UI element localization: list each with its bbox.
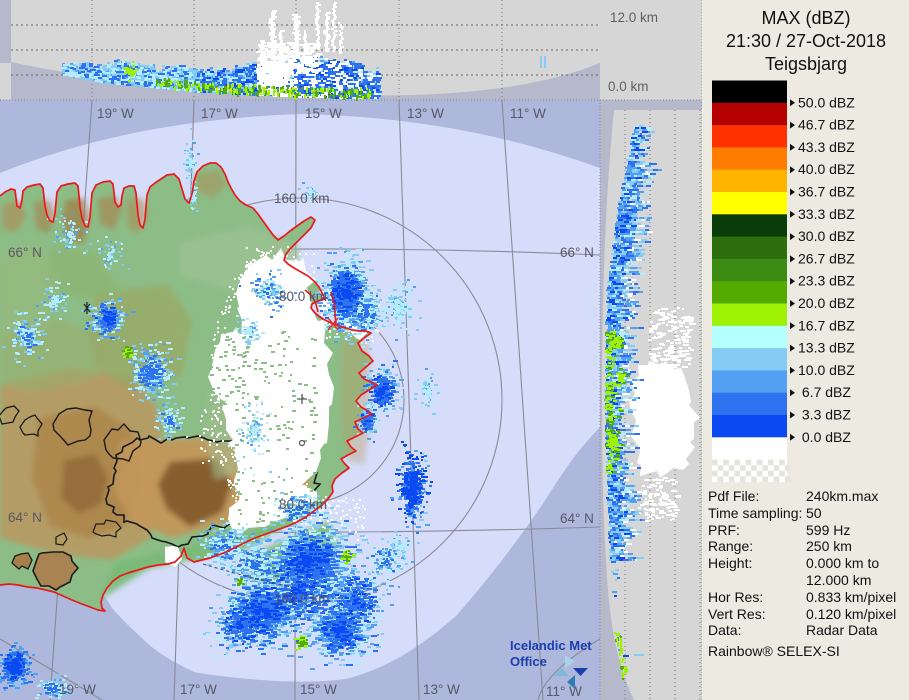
- svg-text:Office: Office: [510, 654, 547, 669]
- svg-text:23.3 dBZ: 23.3 dBZ: [798, 273, 855, 289]
- svg-text:13° W: 13° W: [423, 682, 460, 697]
- svg-text:36.7 dBZ: 36.7 dBZ: [798, 184, 855, 200]
- svg-text:80.0 km: 80.0 km: [279, 497, 327, 512]
- svg-text:Teigsbjarg: Teigsbjarg: [765, 54, 847, 74]
- svg-text:50: 50: [806, 505, 822, 521]
- svg-text:26.7 dBZ: 26.7 dBZ: [798, 250, 855, 266]
- svg-text:16.7 dBZ: 16.7 dBZ: [798, 317, 855, 333]
- svg-text:160.0 km: 160.0 km: [274, 191, 330, 206]
- svg-text:17° W: 17° W: [201, 106, 238, 121]
- svg-text:30.0 dBZ: 30.0 dBZ: [798, 228, 855, 244]
- svg-text:0.0 dBZ: 0.0 dBZ: [798, 429, 851, 445]
- svg-text:Data:: Data:: [708, 622, 741, 638]
- svg-text:10.0 dBZ: 10.0 dBZ: [798, 362, 855, 378]
- svg-text:15° W: 15° W: [305, 106, 342, 121]
- svg-text:Icelandic Met: Icelandic Met: [510, 638, 592, 653]
- svg-text:0.0 km: 0.0 km: [608, 79, 649, 94]
- svg-text:17° W: 17° W: [180, 682, 217, 697]
- svg-text:66° N: 66° N: [8, 245, 42, 260]
- svg-text:0.833 km/pixel: 0.833 km/pixel: [806, 589, 896, 605]
- svg-text:15° W: 15° W: [300, 682, 337, 697]
- svg-text:12.000 km: 12.000 km: [806, 572, 871, 588]
- svg-text:50.0 dBZ: 50.0 dBZ: [798, 94, 855, 110]
- svg-text:43.3 dBZ: 43.3 dBZ: [798, 139, 855, 155]
- svg-text:11° W: 11° W: [546, 684, 582, 699]
- svg-text:250 km: 250 km: [806, 538, 852, 554]
- svg-text:0.120 km/pixel: 0.120 km/pixel: [806, 606, 896, 622]
- svg-text:33.3 dBZ: 33.3 dBZ: [798, 206, 855, 222]
- svg-text:64° N: 64° N: [560, 511, 594, 526]
- svg-text:40.0 dBZ: 40.0 dBZ: [798, 161, 855, 177]
- svg-text:Pdf File:: Pdf File:: [708, 488, 759, 504]
- svg-text:Range:: Range:: [708, 538, 753, 554]
- svg-text:240km.max: 240km.max: [806, 488, 878, 504]
- svg-text:160.0 km: 160.0 km: [274, 591, 330, 606]
- svg-text:Hor Res:: Hor Res:: [708, 589, 763, 605]
- svg-text:13° W: 13° W: [407, 106, 444, 121]
- svg-text:19° W: 19° W: [59, 682, 96, 697]
- svg-text:66° N: 66° N: [560, 245, 594, 260]
- svg-text:12.0 km: 12.0 km: [610, 10, 658, 25]
- svg-text:19° W: 19° W: [97, 106, 134, 121]
- svg-text:3.3 dBZ: 3.3 dBZ: [798, 407, 851, 423]
- svg-text:20.0 dBZ: 20.0 dBZ: [798, 295, 855, 311]
- svg-text:11° W: 11° W: [510, 106, 546, 121]
- svg-text:MAX (dBZ): MAX (dBZ): [761, 8, 850, 28]
- svg-text:80.0 km: 80.0 km: [279, 289, 327, 304]
- svg-text:0.000 km to: 0.000 km to: [806, 555, 879, 571]
- svg-text:Time sampling:: Time sampling:: [708, 505, 802, 521]
- svg-text:6.7 dBZ: 6.7 dBZ: [798, 384, 851, 400]
- svg-text:PRF:: PRF:: [708, 522, 740, 538]
- svg-text:Radar Data: Radar Data: [806, 622, 878, 638]
- svg-text:599 Hz: 599 Hz: [806, 522, 850, 538]
- svg-text:46.7 dBZ: 46.7 dBZ: [798, 117, 855, 133]
- svg-text:Height:: Height:: [708, 555, 752, 571]
- svg-text:64° N: 64° N: [8, 510, 42, 525]
- svg-text:13.3 dBZ: 13.3 dBZ: [798, 340, 855, 356]
- svg-text:Vert Res:: Vert Res:: [708, 606, 766, 622]
- svg-text:21:30 / 27-Oct-2018: 21:30 / 27-Oct-2018: [726, 31, 886, 51]
- svg-text:Rainbow® SELEX-SI: Rainbow® SELEX-SI: [708, 643, 840, 659]
